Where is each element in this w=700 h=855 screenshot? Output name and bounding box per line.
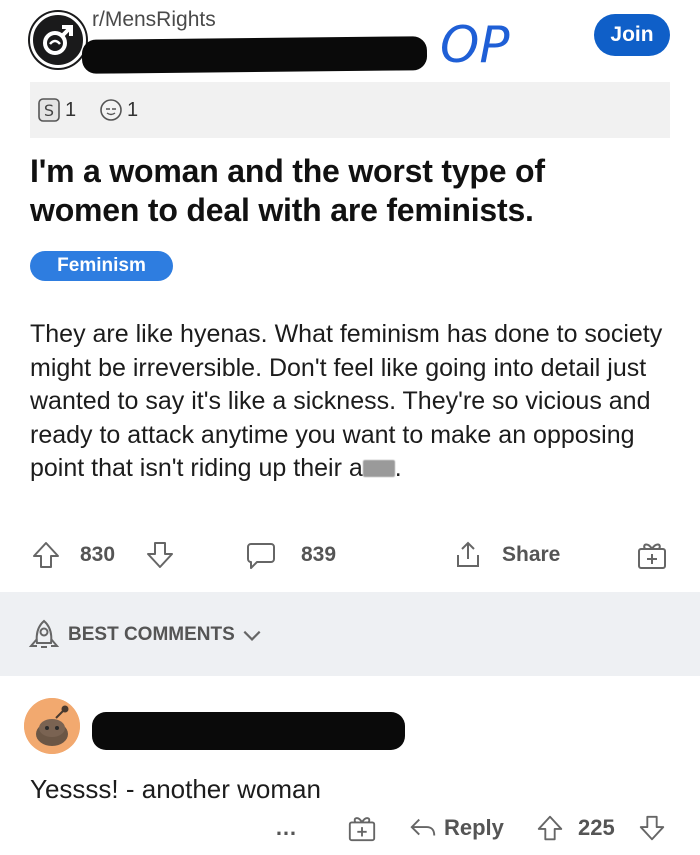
upvote-arrow-icon (33, 542, 59, 568)
share-icon (457, 541, 479, 567)
upvote-arrow-icon (537, 815, 563, 841)
subreddit-name[interactable]: r/MensRights (92, 8, 216, 32)
upvote-button[interactable] (30, 535, 62, 575)
join-button[interactable]: Join (594, 14, 670, 56)
commenter-avatar[interactable] (24, 698, 80, 754)
male-symbol-icon (43, 25, 73, 55)
post-comment-count: 839 (301, 543, 337, 566)
comment-reply-button[interactable]: Reply (408, 806, 504, 850)
downvote-arrow-icon (639, 815, 665, 841)
gift-icon (638, 543, 666, 569)
helpful-award-icon (100, 99, 122, 121)
comment-downvote-button[interactable] (637, 806, 667, 850)
redacted-username (81, 36, 428, 74)
comment-more-button[interactable]: … (275, 806, 297, 850)
censor-blur (362, 460, 395, 477)
comment-upvote-button[interactable] (535, 806, 565, 850)
chevron-down-icon (243, 630, 261, 641)
post-vote-count: 830 (80, 543, 116, 566)
subreddit-icon[interactable] (30, 12, 86, 68)
comment-award-button[interactable] (347, 806, 377, 850)
snoo-avatar-icon (24, 698, 80, 754)
share-label: Share (502, 543, 561, 566)
downvote-button[interactable] (144, 535, 176, 575)
more-label: … (275, 815, 297, 840)
award-post-button[interactable] (636, 535, 668, 575)
post-body-text: They are like hyenas. What feminism has … (30, 320, 663, 482)
comment-body: Yessss! - another woman (30, 774, 321, 804)
post-body-end: . (394, 454, 402, 482)
downvote-arrow-icon (147, 542, 173, 568)
award-helpful-count: 1 (127, 98, 139, 121)
reply-label: Reply (444, 815, 504, 840)
award-silver-count: 1 (65, 98, 77, 121)
handwritten-op-annotation: OP (434, 14, 544, 74)
award-silver[interactable]: S 1 (36, 93, 76, 127)
post-body: They are like hyenas. What feminism has … (30, 318, 670, 486)
redacted-commenter-name (92, 712, 405, 750)
post-title[interactable]: I'm a woman and the worst type of women … (30, 152, 660, 230)
rocket-icon (28, 619, 60, 648)
reply-arrow-icon (410, 818, 436, 836)
award-helpful[interactable]: 1 (98, 93, 138, 127)
sort-label: BEST COMMENTS (68, 624, 235, 645)
comments-button[interactable]: 839 (245, 535, 336, 575)
comment-vote-count: 225 (578, 815, 615, 840)
sort-comments-dropdown[interactable]: BEST COMMENTS (26, 617, 269, 653)
comment-bubble-icon (247, 543, 275, 569)
share-button[interactable]: Share (452, 535, 560, 575)
svg-text:OP: OP (440, 16, 510, 74)
gift-icon (348, 817, 376, 842)
svg-text:S: S (44, 101, 54, 120)
silver-award-icon: S (38, 98, 60, 122)
post-flair[interactable]: Feminism (30, 251, 173, 281)
